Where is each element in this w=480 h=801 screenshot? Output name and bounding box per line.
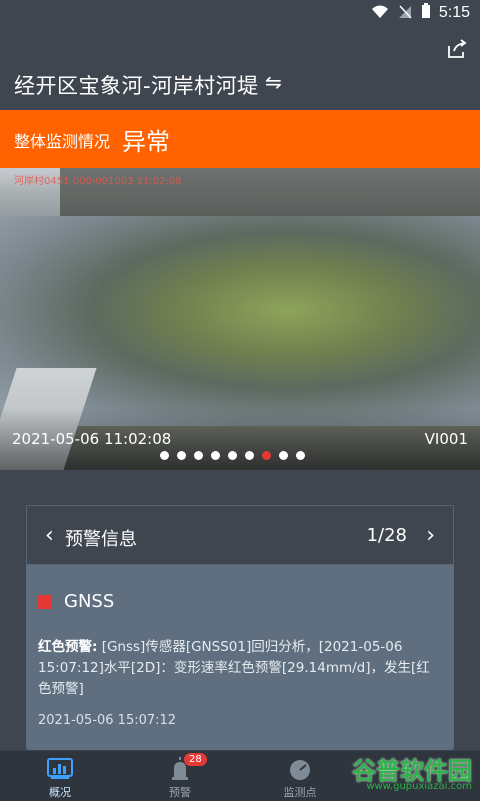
status-bar: 5:15	[0, 0, 480, 26]
alarm-badge: 28	[184, 753, 207, 766]
warning-level-label: 红色预警:	[38, 639, 98, 655]
warning-time: 2021-05-06 15:07:12	[38, 713, 177, 728]
carousel-dot[interactable]	[279, 451, 288, 460]
chevron-right-icon[interactable]: ›	[426, 523, 435, 548]
status-label: 整体监测情况	[14, 132, 111, 151]
chart-icon	[20, 757, 100, 781]
alarm-icon	[140, 757, 220, 781]
carousel-dots[interactable]	[160, 451, 305, 460]
carousel-dot[interactable]	[296, 451, 305, 460]
warning-body: [Gnss]传感器[GNSS01]回归分析，[2021-05-06 15:07:…	[38, 639, 430, 697]
share-icon[interactable]	[446, 38, 468, 60]
swap-icon[interactable]: ⇋	[265, 70, 282, 94]
device-id: VI001	[424, 430, 468, 448]
sensor-row: GNSS	[38, 591, 114, 612]
watermark: 谷普软件园 www.gupuxiazai.com	[322, 751, 472, 797]
warning-message: 红色预警: [Gnss]传感器[GNSS01]回归分析，[2021-05-06 …	[38, 637, 438, 700]
nav-label-monitor: 监测点	[283, 786, 317, 799]
carousel-dot[interactable]	[177, 451, 186, 460]
photo-timestamp: 2021-05-06 11:02:08	[12, 430, 172, 448]
status-icons: 5:15	[371, 3, 470, 23]
warning-card-header: ‹ 预警信息 1/28 ›	[26, 505, 454, 565]
page-title: 经开区宝象河-河岸村河堤	[14, 74, 259, 98]
nav-alarm[interactable]: 28 预警	[140, 753, 220, 800]
warning-card-title: 预警信息	[65, 529, 137, 550]
camera-overlay-text: 河岸村0451 000-001003 11:02:08	[14, 176, 182, 187]
warning-pager: 1/28	[366, 525, 407, 546]
nav-label-overview: 概况	[49, 786, 71, 799]
alert-level-square-icon	[38, 594, 52, 609]
status-value: 异常	[122, 128, 170, 156]
sensor-name: GNSS	[64, 591, 115, 612]
carousel-dot[interactable]	[228, 451, 237, 460]
no-signal-icon	[397, 4, 413, 23]
chevron-left-icon[interactable]: ‹	[45, 523, 54, 548]
carousel-dot[interactable]	[262, 451, 271, 460]
carousel-dot[interactable]	[160, 451, 169, 460]
battery-icon	[421, 3, 431, 23]
nav-label-alarm: 预警	[169, 786, 191, 799]
nav-overview[interactable]: 概况	[20, 757, 100, 800]
monitoring-status-banner: 整体监测情况 异常	[0, 110, 480, 168]
carousel-dot[interactable]	[194, 451, 203, 460]
watermark-url: www.gupuxiazai.com	[366, 781, 472, 792]
top-bar: 经开区宝象河-河岸村河堤 ⇋	[0, 26, 480, 110]
carousel-dot[interactable]	[211, 451, 220, 460]
wifi-icon	[371, 4, 389, 23]
carousel-dot[interactable]	[245, 451, 254, 460]
bottom-nav: 概况 28 预警 监测点 谷普软件园 www.gupuxiazai.com	[0, 750, 480, 801]
warning-card: ‹ 预警信息 1/28 › GNSS 红色预警: [Gnss]传感器[GNSS0…	[26, 505, 454, 750]
status-time: 5:15	[438, 4, 470, 21]
